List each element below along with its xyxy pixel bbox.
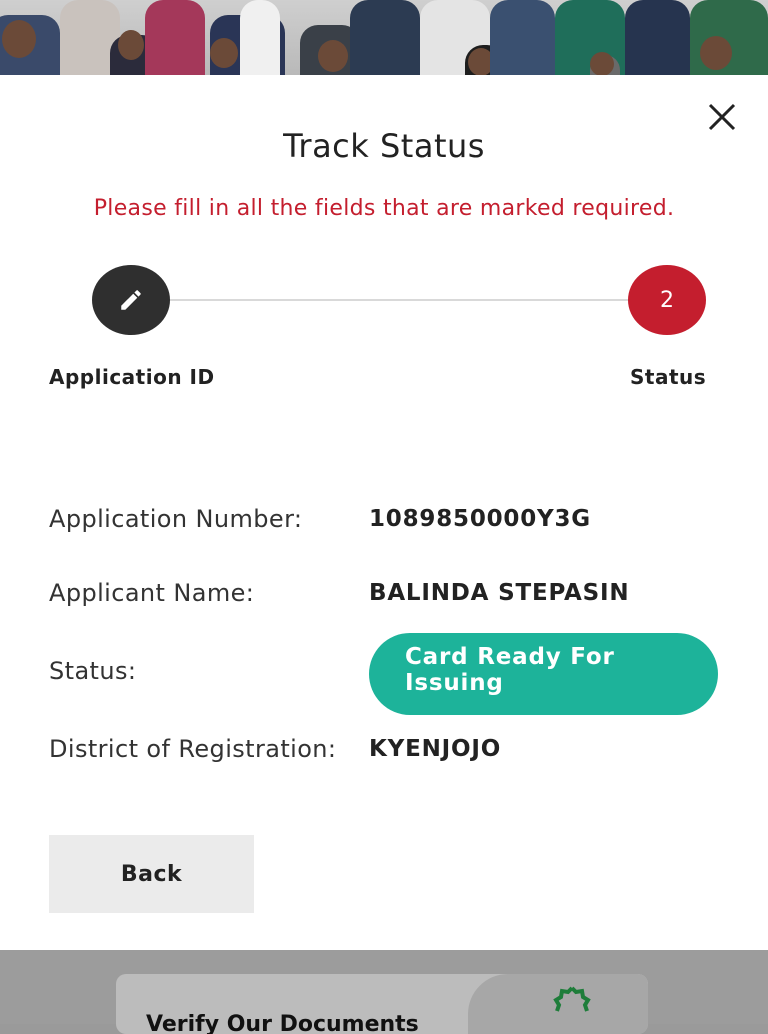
district-value: KYENJOJO <box>369 736 502 762</box>
header-photo <box>0 0 768 75</box>
status-text-line1: Card Ready For <box>405 644 615 670</box>
verify-documents-title: Verify Our Documents <box>146 1012 419 1034</box>
back-button[interactable]: Back <box>49 835 254 913</box>
district-label: District of Registration: <box>49 735 337 763</box>
modal-title: Track Status <box>283 127 485 165</box>
step-status[interactable]: 2 <box>628 265 706 335</box>
status-text-line2: Issuing <box>405 670 504 696</box>
step-application-id[interactable] <box>92 265 170 335</box>
status-label: Status: <box>49 657 137 685</box>
application-number-label: Application Number: <box>49 505 303 533</box>
step-number: 2 <box>660 287 674 313</box>
verified-badge-icon <box>553 986 591 1012</box>
track-status-modal: Track Status Please fill in all the fiel… <box>0 75 768 950</box>
applicant-name-label: Applicant Name: <box>49 579 255 607</box>
stepper-connector <box>169 299 630 301</box>
pencil-icon <box>121 290 141 310</box>
step-label-status: Status <box>630 365 707 389</box>
step-label-application-id: Application ID <box>49 365 215 389</box>
applicant-name-value: BALINDA STEPASIN <box>369 580 630 606</box>
application-number-value: 1089850000Y3G <box>369 506 591 532</box>
status-badge: Card Ready For Issuing <box>369 633 718 715</box>
required-fields-error: Please fill in all the fields that are m… <box>93 196 675 221</box>
page-background-footer: Verify Our Documents <box>0 950 768 1034</box>
